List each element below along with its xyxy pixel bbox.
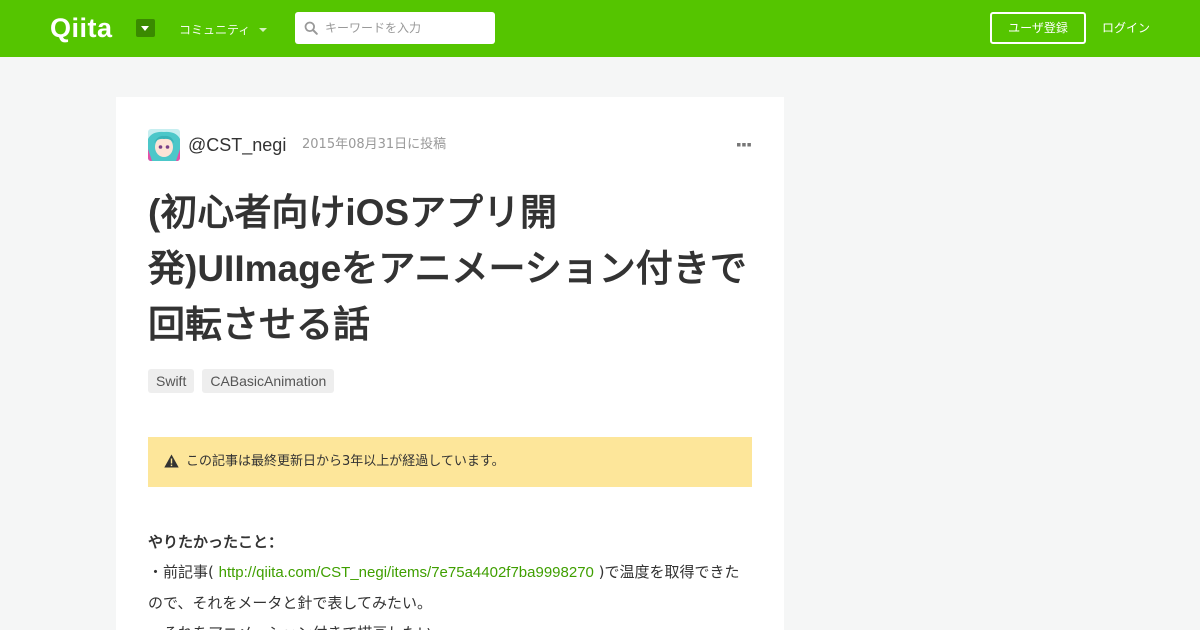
posted-date: 2015年08月31日に投稿	[302, 137, 447, 152]
search-icon	[304, 21, 318, 35]
login-link[interactable]: ログイン	[1102, 19, 1150, 37]
alert-message: この記事は最終更新日から3年以上が経過しています。	[186, 454, 505, 469]
search-input[interactable]	[325, 16, 487, 40]
tag-list: Swift CABasicAnimation	[148, 369, 335, 393]
more-options-icon[interactable]	[736, 141, 752, 149]
outdated-alert: この記事は最終更新日から3年以上が経過しています。	[148, 437, 752, 487]
author-name[interactable]: @CST_negi	[188, 134, 286, 156]
community-caret-icon[interactable]	[259, 28, 267, 32]
body-heading: やりたかったこと：	[148, 533, 284, 551]
global-header: Qiita コミュニティ ユーザ登録 ログイン	[0, 0, 1200, 57]
author-avatar[interactable]	[148, 129, 180, 161]
article-title: (初心者向けiOSアプリ開発)UIImageをアニメーション付きで回転させる話	[148, 192, 747, 345]
previous-article-link[interactable]: http://qiita.com/CST_negi/items/7e75a440…	[219, 564, 594, 581]
qiita-logo[interactable]: Qiita	[50, 14, 113, 42]
community-menu[interactable]: コミュニティ	[179, 21, 250, 39]
article-card: @CST_negi 2015年08月31日に投稿 (初心者向けiOSアプリ開発)…	[116, 97, 784, 630]
tag-cabasicanimation[interactable]: CABasicAnimation	[202, 369, 335, 393]
search-box[interactable]	[295, 12, 495, 44]
warning-icon	[164, 454, 179, 468]
body-line1-prefix: ・前記事(	[148, 563, 219, 581]
chevron-down-icon[interactable]	[136, 19, 155, 37]
signup-button[interactable]: ユーザ登録	[990, 12, 1086, 44]
avatar-image	[148, 129, 180, 161]
body-paragraph-1: ・前記事( http://qiita.com/CST_negi/items/7e…	[148, 557, 752, 618]
article-body: やりたかったこと： ・前記事( http://qiita.com/CST_neg…	[148, 527, 752, 630]
body-paragraph-2: ・それをアニメーション付きで描画したい。	[148, 618, 752, 630]
tag-swift[interactable]: Swift	[148, 369, 195, 393]
